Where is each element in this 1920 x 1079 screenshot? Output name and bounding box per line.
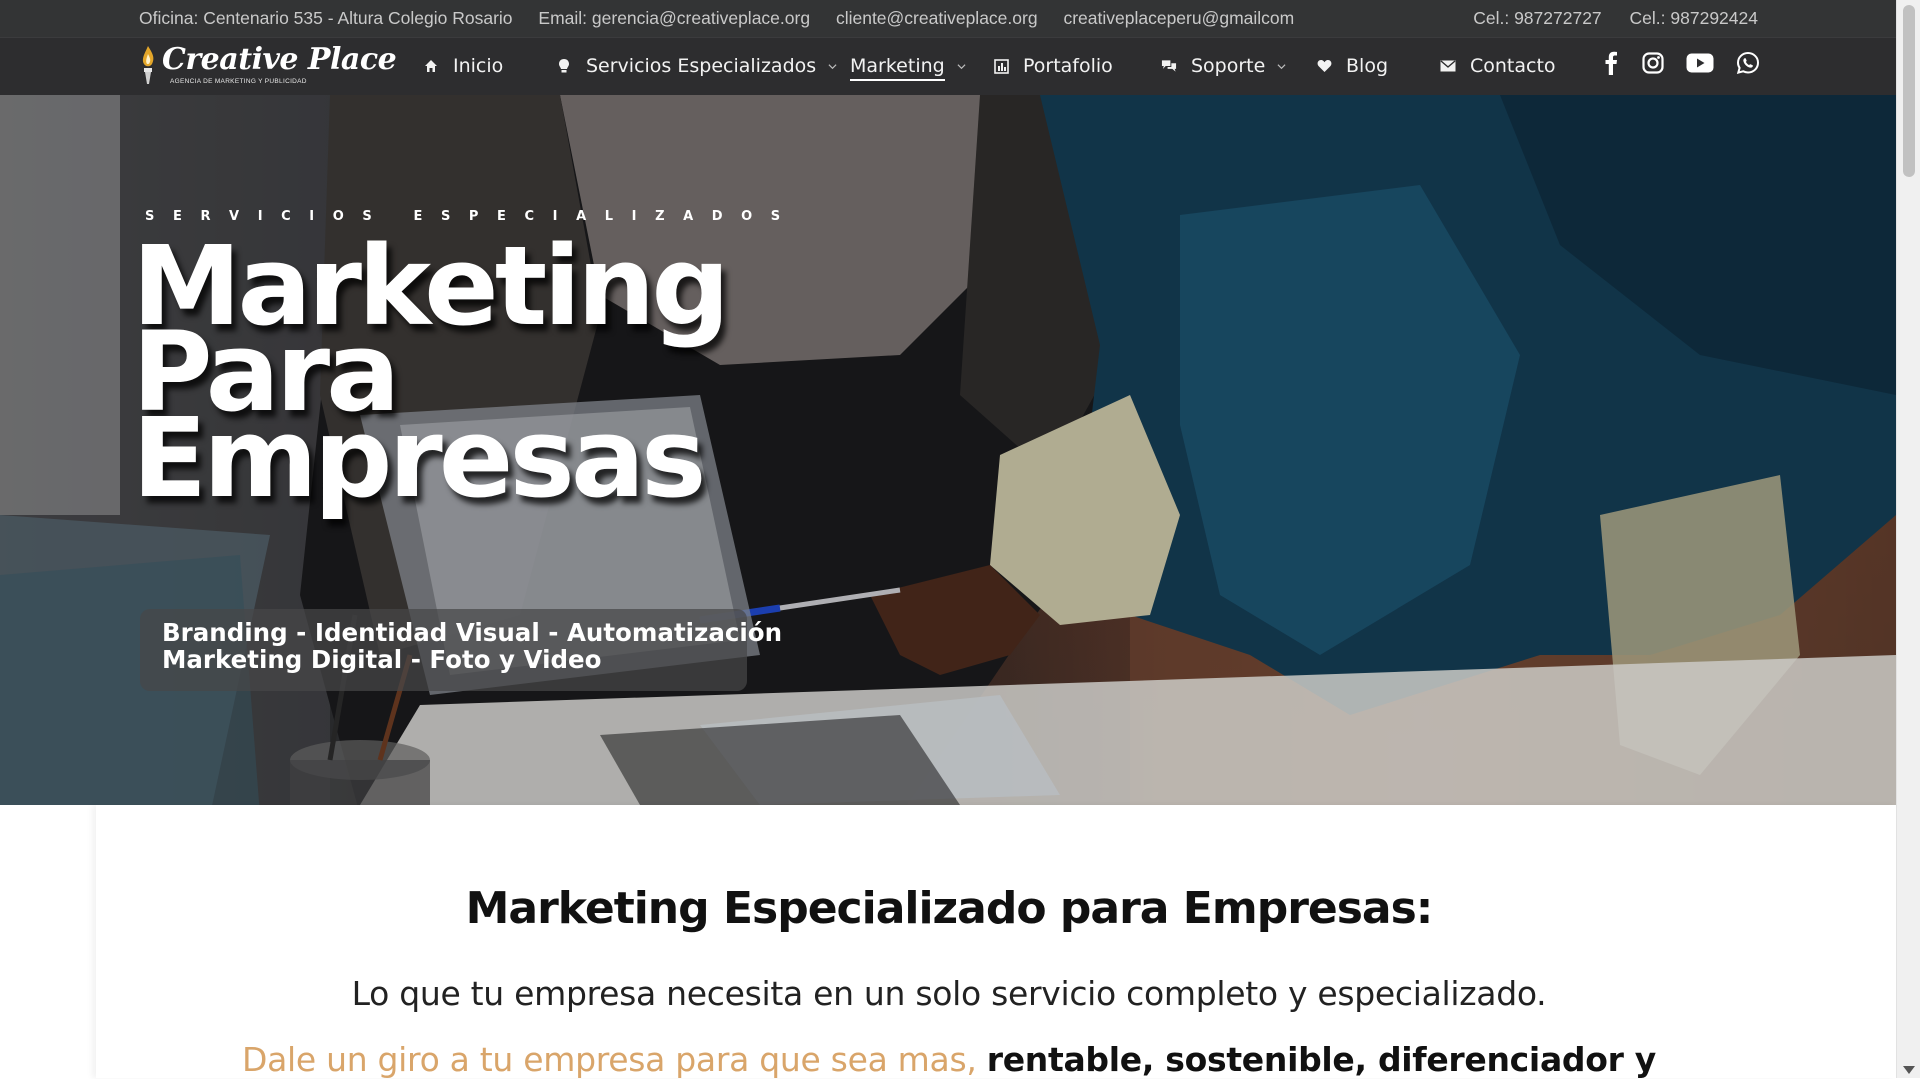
whatsapp-icon[interactable]: [1732, 47, 1764, 79]
contact-info-right: Cel.: 987272727 Cel.: 987292424: [1450, 8, 1758, 29]
highlight-intro-text: Dale un giro a tu empresa para que sea m…: [242, 1040, 987, 1079]
email-gerencia-link[interactable]: Email: gerencia@creativeplace.org: [538, 8, 810, 28]
torch-icon: [142, 46, 154, 84]
nav-item-soporte[interactable]: Soporte: [1161, 51, 1286, 81]
logo-wordmark: Creative Place: [162, 42, 397, 77]
home-icon: [423, 58, 439, 74]
heart-icon: [1316, 58, 1332, 74]
site-logo[interactable]: Creative Place AGENCIA DE MARKETING Y PU…: [139, 40, 397, 88]
facebook-icon[interactable]: [1595, 47, 1627, 79]
hero-title-line-3: Empresas: [132, 394, 707, 522]
hero-services-box: Branding - Identidad Visual - Automatiza…: [140, 609, 783, 691]
intro-section: Marketing Especializado para Empresas: L…: [96, 805, 1896, 1079]
nav-item-inicio[interactable]: Inicio: [423, 51, 503, 81]
lightbulb-icon: [556, 58, 572, 74]
contact-info-left: Oficina: Centenario 535 - Altura Colegio…: [139, 8, 1315, 29]
highlight-separator-1: ,: [1141, 1040, 1166, 1079]
nav-item-portafolio[interactable]: Portafolio: [993, 51, 1113, 81]
office-address: Oficina: Centenario 535 - Altura Colegio…: [139, 8, 513, 28]
nav-item-contacto[interactable]: Contacto: [1440, 51, 1556, 81]
email-gmail-link[interactable]: creativeplaceperu@gmailcom: [1063, 8, 1294, 28]
phone-2-link[interactable]: Cel.: 987292424: [1630, 8, 1758, 28]
nav-item-marketing[interactable]: Marketing: [850, 51, 966, 81]
logo-tagline: AGENCIA DE MARKETING Y PUBLICIDAD: [170, 78, 307, 85]
chevron-down-icon: [828, 63, 837, 69]
phone-1-link[interactable]: Cel.: 987272727: [1473, 8, 1601, 28]
section-title: Marketing Especializado para Empresas:: [465, 883, 1434, 934]
hero-services-line-2: Marketing Digital - Foto y Video: [162, 645, 602, 674]
email-cliente-link[interactable]: cliente@creativeplace.org: [836, 8, 1038, 28]
instagram-icon[interactable]: [1637, 47, 1669, 79]
nav-item-blog[interactable]: Blog: [1316, 51, 1388, 81]
section-subtitle: Lo que tu empresa necesita en un solo se…: [351, 974, 1547, 1013]
scroll-down-arrow-icon[interactable]: [1903, 1066, 1915, 1074]
chevron-down-icon: [1277, 63, 1286, 69]
youtube-icon[interactable]: [1684, 47, 1716, 79]
main-navbar: Creative Place AGENCIA DE MARKETING Y PU…: [0, 37, 1896, 95]
highlight-sostenible: sostenible: [1165, 1040, 1355, 1079]
chart-icon: [993, 58, 1009, 74]
top-info-bar: Oficina: Centenario 535 - Altura Colegio…: [0, 0, 1896, 37]
chevron-down-icon: [957, 63, 966, 69]
section-highlight-line: Dale un giro a tu empresa para que sea m…: [96, 1040, 1802, 1079]
highlight-rentable: rentable: [986, 1040, 1142, 1079]
nav-label-marketing: Marketing: [850, 55, 945, 81]
nav-label-contacto: Contacto: [1470, 55, 1556, 77]
nav-label-portafolio: Portafolio: [1023, 55, 1113, 77]
hero-services-line-1: Branding - Identidad Visual - Automatiza…: [162, 618, 783, 647]
scrollbar-thumb[interactable]: [1903, 5, 1915, 177]
nav-label-blog: Blog: [1346, 55, 1388, 77]
hero-title: Marketing Para Empresas: [132, 231, 730, 522]
nav-label-inicio: Inicio: [453, 55, 504, 77]
mail-icon: [1440, 58, 1456, 74]
nav-label-servicios: Servicios Especializados: [586, 55, 817, 77]
hero-banner: SERVICIOS ESPECIALIZADOS Marketing Para …: [0, 95, 1896, 805]
nav-label-soporte: Soporte: [1191, 55, 1266, 77]
highlight-separator-2: ,: [1354, 1040, 1378, 1079]
chat-icon: [1161, 58, 1177, 74]
vertical-scrollbar[interactable]: [1896, 0, 1920, 1078]
nav-item-servicios[interactable]: Servicios Especializados: [556, 51, 837, 81]
highlight-diferenciador: diferenciador y: [1377, 1040, 1656, 1079]
